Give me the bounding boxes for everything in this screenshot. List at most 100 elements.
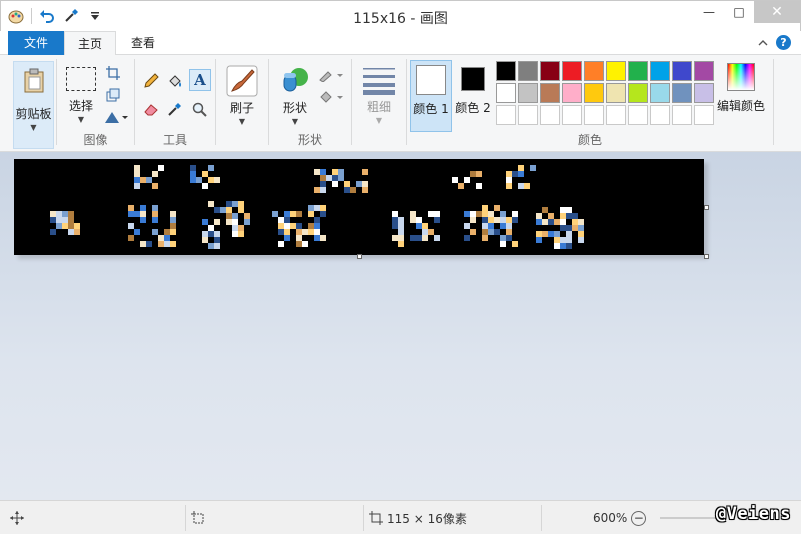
pixel-block <box>434 235 440 241</box>
resize-handle-right[interactable] <box>704 205 709 210</box>
pixel-block <box>476 183 482 189</box>
brush-label: 刷子 <box>229 101 254 115</box>
shapes-button[interactable]: 形状 ▼ <box>275 63 315 126</box>
select-button[interactable]: 选择 ▼ <box>61 63 101 124</box>
ribbon-right-buttons: ? <box>758 35 791 50</box>
chevron-down-icon: ▼ <box>375 116 383 125</box>
outline-icon[interactable] <box>317 65 345 85</box>
pixel-block <box>214 243 220 249</box>
brush-icon <box>226 65 258 97</box>
pixel-block <box>464 177 470 183</box>
pixel-block <box>530 165 536 171</box>
image-size-display: 115 × 16像素 <box>369 508 467 528</box>
pixel-block <box>512 217 518 223</box>
pixel-block <box>350 187 356 193</box>
eraser-icon[interactable] <box>141 99 161 119</box>
size-label: 粗细 <box>366 100 391 114</box>
pixel-block <box>506 183 512 189</box>
pixel-block <box>422 235 428 241</box>
pixel-block <box>512 241 518 247</box>
size-button[interactable]: 粗细 ▼ <box>358 63 400 125</box>
pixel-block <box>134 229 140 235</box>
watermark-text: @Veiens <box>715 504 791 524</box>
close-button[interactable]: ✕ <box>754 1 800 23</box>
pixel-block <box>518 171 524 177</box>
pixel-block <box>152 183 158 189</box>
image-group-label: 图像 <box>83 133 108 147</box>
resize-handle-corner[interactable] <box>704 254 709 259</box>
fill-icon[interactable] <box>317 87 345 107</box>
chevron-down-icon: ▼ <box>30 123 37 132</box>
tab-file[interactable]: 文件 <box>8 31 64 55</box>
minimize-button[interactable]: — <box>694 1 724 23</box>
brushes-group: 刷子 ▼ <box>216 57 268 150</box>
shapes-group-label: 形状 <box>297 133 322 147</box>
tools-group-label: 工具 <box>162 133 187 147</box>
pixel-block <box>470 229 476 235</box>
collapse-ribbon-icon[interactable] <box>758 36 768 50</box>
pixel-block <box>134 183 140 189</box>
pixel-block <box>152 217 158 223</box>
pixel-block <box>214 177 220 183</box>
status-bar: 115 × 16像素 600% − @Veiens <box>0 500 801 534</box>
image-size-text: 115 × 16像素 <box>387 511 467 526</box>
pixel-block <box>458 183 464 189</box>
fill-bucket-icon[interactable] <box>165 71 185 91</box>
chevron-down-icon: ▼ <box>77 115 85 124</box>
window-title: 115x16 - 画图 <box>353 11 448 27</box>
pixel-block <box>476 171 482 177</box>
pixel-block <box>152 171 158 177</box>
pixel-block <box>140 217 146 223</box>
pixel-block <box>146 241 152 247</box>
pixel-block <box>578 237 584 243</box>
pixel-block <box>278 241 284 247</box>
pixel-block <box>434 217 440 223</box>
pixel-block <box>482 235 488 241</box>
selection-size-icon <box>191 508 205 528</box>
image-group: 选择 ▼ 图像 <box>57 57 134 150</box>
pencil-icon[interactable] <box>141 71 161 91</box>
window-controls: — □ ✕ <box>694 1 800 23</box>
pixel-block <box>208 165 214 171</box>
pixel-block <box>320 187 326 193</box>
text-tool-icon[interactable]: A <box>189 69 211 91</box>
pixel-block <box>398 241 404 247</box>
pixel-block <box>158 165 164 171</box>
pixel-block <box>50 229 56 235</box>
crop-icon[interactable] <box>103 63 123 83</box>
rotate-icon[interactable] <box>103 107 129 127</box>
brushes-button[interactable]: 刷子 ▼ <box>222 63 262 126</box>
ribbon: 剪贴板 ▼ 选择 ▼ 图像 A 工具 刷子 ▼ 形状 ▼ 形状 粗细 ▼ 颜色 … <box>0 55 801 152</box>
canvas-area[interactable] <box>0 152 801 500</box>
tab-home[interactable]: 主页 <box>64 31 116 56</box>
paste-button[interactable]: 剪贴板 ▼ <box>13 61 54 149</box>
image-size-icon <box>369 511 383 525</box>
selection-rectangle-icon <box>66 67 96 91</box>
pixel-block <box>320 235 326 241</box>
line-size-icon <box>363 68 395 95</box>
pixel-block <box>296 211 302 217</box>
resize-icon[interactable] <box>103 85 123 105</box>
pixel-block <box>202 183 208 189</box>
magnifier-icon[interactable] <box>189 99 209 119</box>
select-label: 选择 <box>68 99 93 113</box>
tab-view[interactable]: 查看 <box>120 31 166 55</box>
zoom-slider[interactable] <box>660 517 716 519</box>
pixel-block <box>332 181 338 187</box>
pixel-block <box>536 237 542 243</box>
pixel-block <box>170 241 176 247</box>
help-icon[interactable]: ? <box>776 35 791 50</box>
maximize-button[interactable]: □ <box>724 1 754 23</box>
zoom-out-button[interactable]: − <box>631 510 647 526</box>
resize-handle-bottom[interactable] <box>357 254 362 259</box>
pixel-block <box>566 243 572 249</box>
status-separator <box>185 505 186 531</box>
drawing-canvas[interactable] <box>14 159 704 255</box>
size-group: 粗细 ▼ <box>352 57 406 150</box>
chevron-down-icon: ▼ <box>238 117 246 126</box>
pixel-block <box>500 241 506 247</box>
color-picker-icon[interactable] <box>165 99 185 119</box>
clipboard-group: 剪贴板 ▼ <box>0 57 56 150</box>
group-separator <box>773 59 774 145</box>
zoom-level: 600% <box>593 511 628 525</box>
